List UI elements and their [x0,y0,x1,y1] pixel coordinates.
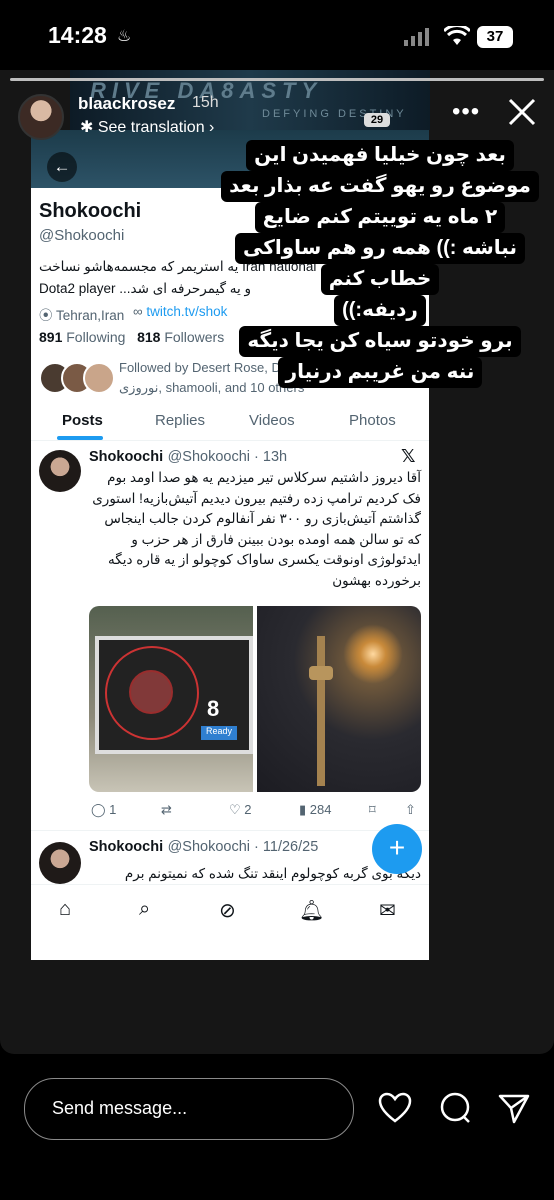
translate-icon: ✱ [80,119,94,136]
location-icon: ⦿ [39,308,53,323]
share-icon: ⇧ [405,802,416,817]
story-progress-bar [10,78,544,81]
retweet-icon: ⇄ [161,802,172,817]
send-icon[interactable] [498,1092,530,1124]
follower-avatar [83,362,115,394]
comment-icon[interactable] [439,1092,471,1124]
views-icon: ▮ 284 [299,802,332,817]
caption-line: ننه من غریبم درنیار [277,357,483,388]
tweet-header: Shokoochi @Shokoochi · 13h [89,449,288,465]
story-avatar[interactable] [18,94,64,140]
wifi-icon [444,26,470,45]
chevron-right-icon: › [209,119,215,136]
close-icon[interactable] [508,98,536,126]
back-arrow-icon: ← [47,152,77,182]
tab-photos: Photos [349,412,396,429]
avatar [39,842,81,884]
clock: 14:28 [48,22,107,48]
status-bar: 14:28 ♨ 37 [0,0,554,70]
compose-button: + [372,824,422,874]
grok-icon: ⊘ [219,900,236,922]
search-icon: ⌕ [139,898,151,920]
see-translation-link[interactable]: ✱ See translation › [80,117,214,137]
profile-name: Shokoochi [39,200,142,222]
tab-posts: Posts [62,412,103,429]
more-options-icon[interactable]: ••• [452,98,480,126]
x-logo-icon: 𝕏 [401,446,416,466]
tweet-text: آقا دیروز داشتیم سرکلاس تیر میزدیم یه هو… [92,470,421,588]
messages-icon: ✉ [379,900,396,922]
battery-indicator: 37 [477,26,513,48]
caption-line: ردیفه:)) [334,295,426,326]
active-tab-indicator [57,436,103,440]
link-icon: ∞ [133,304,143,319]
home-icon: ⌂ [59,898,72,920]
message-placeholder: Send message... [52,1098,188,1118]
profile-location: ⦿ Tehran,Iran [39,308,125,323]
divider [31,830,429,831]
profile-handle: @Shokoochi [39,227,125,244]
caption-line: نباشه :)) همه رو هم ساواکی [235,233,525,264]
inner-battery: 29 [364,113,390,127]
tweet-header: Shokoochi @Shokoochi · 11/26/25 [89,839,319,855]
tab-videos: Videos [249,412,295,429]
focus-icon: ♨ [117,28,132,45]
cellular-signal-icon [404,28,429,46]
caption-line: برو خودتو سیاه کن یجا دیگه [239,326,521,357]
like-icon: ♡ 2 [229,802,252,817]
caption-line: موضوع رو یهو گفت عه بذار بعد [221,171,539,202]
notifications-icon: 🔔︎ [299,900,325,922]
tweet-image-fireworks [257,606,421,792]
heart-icon[interactable] [378,1092,412,1124]
follow-counts: 891 Following 818 Followers [39,329,225,345]
profile-link: ∞ twitch.tv/shok [133,304,228,319]
caption-line: خطاب کنم [320,264,440,295]
reply-icon: ◯ 1 [91,802,117,817]
tab-replies: Replies [155,412,206,429]
story-username[interactable]: blaackrosez [78,94,175,114]
bookmark-icon: ⌑ [369,802,376,817]
caption-line: ۲ ماه یه توییتم کنم ضایع [254,202,506,233]
story-caption: بعد چون خیلیا فهمیدن این موضوع رو یهو گف… [221,140,539,388]
story-time: 15h [192,94,219,111]
caption-line: بعد چون خیلیا فهمیدن این [246,140,514,171]
avatar [39,450,81,492]
tweet-text: دیگه بوی گربه کوچولوم اینقد تنگ شده که ن… [124,866,421,881]
tweet-image-target-screen: 8 Ready [89,606,253,792]
